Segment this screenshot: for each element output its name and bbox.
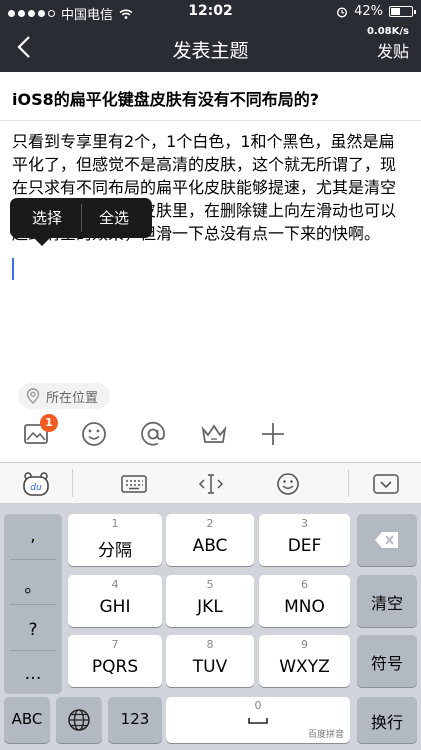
key-number: 3	[301, 517, 308, 530]
key-number: 2	[206, 517, 214, 530]
battery-icon	[389, 6, 416, 17]
key-number: 6	[301, 578, 308, 591]
subject-field[interactable]: iOS8的扁平化键盘皮肤有没有不同布局的?	[12, 86, 319, 110]
select-menu-item[interactable]: 选择	[32, 207, 62, 228]
key-divider	[10, 604, 56, 605]
globe-icon	[68, 709, 90, 731]
key-label: WXYZ	[279, 657, 330, 677]
text-cursor	[12, 258, 14, 280]
key-1[interactable]: 1 分隔	[68, 514, 162, 566]
backspace-icon	[375, 532, 398, 548]
question-key[interactable]: ?	[4, 620, 62, 640]
location-button[interactable]: 所在位置	[18, 383, 111, 409]
clear-key[interactable]: 清空	[357, 575, 417, 627]
comma-key[interactable]: ,	[4, 526, 62, 546]
cursor-move-icon[interactable]	[197, 471, 225, 497]
key-number: 4	[111, 578, 119, 591]
battery-percent: 42%	[354, 4, 383, 19]
numbers-key[interactable]: 123	[108, 697, 162, 743]
top-bar: 中国电信 12:02 42% 发表主题 0.08K/s 发贴	[0, 0, 421, 72]
key-label: 分隔	[98, 541, 132, 561]
nav-bar: 发表主题 0.08K/s 发贴	[0, 24, 421, 72]
divider	[0, 120, 421, 121]
key-divider	[10, 559, 56, 560]
svg-text:du: du	[30, 483, 42, 493]
key-9[interactable]: 9 WXYZ	[259, 635, 350, 687]
key-label: ABC	[11, 710, 43, 728]
key-label: 清空	[370, 594, 403, 613]
key-2[interactable]: 2 ABC	[166, 514, 254, 566]
plus-icon[interactable]	[259, 420, 287, 448]
key-number: 1	[111, 517, 119, 530]
status-bar: 中国电信 12:02 42%	[0, 0, 421, 24]
key-label: 符号	[370, 654, 403, 673]
key-label: TUV	[192, 657, 228, 677]
key-label: ABC	[192, 536, 228, 556]
key-label: PQRS	[91, 657, 139, 677]
key-number: 7	[111, 638, 119, 651]
location-label: 所在位置	[46, 390, 99, 406]
globe-key[interactable]	[56, 697, 102, 743]
space-key[interactable]: 0 百度拼音	[166, 697, 350, 743]
key-5[interactable]: 5 JKL	[166, 575, 254, 627]
key-7[interactable]: 7 PQRS	[68, 635, 162, 687]
key-number: 5	[206, 578, 214, 591]
abc-key[interactable]: ABC	[4, 697, 50, 743]
key-label: GHI	[99, 597, 131, 617]
menu-divider	[81, 204, 82, 232]
key-label: 123	[120, 710, 150, 728]
period-key[interactable]: 。	[4, 572, 62, 597]
key-6[interactable]: 6 MNO	[259, 575, 350, 627]
toolbar-divider	[72, 469, 73, 497]
symbols-key[interactable]: 符号	[357, 635, 417, 687]
compose-toolbar	[0, 412, 421, 457]
page-title: 发表主题	[172, 40, 249, 62]
keyboard-icon[interactable]	[120, 471, 148, 497]
key-3[interactable]: 3 DEF	[259, 514, 350, 566]
key-number: 8	[206, 638, 214, 651]
menu-pointer	[34, 238, 50, 246]
mention-icon[interactable]	[139, 420, 167, 448]
location-pin-icon	[26, 388, 40, 404]
hide-keyboard-icon[interactable]	[372, 471, 400, 497]
emoji-icon[interactable]	[80, 420, 108, 448]
alarm-icon	[337, 6, 348, 18]
key-divider	[10, 650, 56, 651]
toolbar-divider	[348, 469, 349, 497]
edit-menu: 选择 全选	[10, 198, 152, 246]
key-number: 9	[301, 638, 308, 651]
network-speed: 0.08K/s	[366, 26, 409, 37]
punctuation-column: , 。 ? …	[4, 514, 62, 694]
key-label: 换行	[370, 713, 403, 732]
key-number: 0	[254, 699, 262, 712]
key-label: JKL	[197, 597, 223, 617]
key-4[interactable]: 4 GHI	[68, 575, 162, 627]
keyboard-toolbar: du	[0, 462, 421, 504]
delete-key[interactable]	[357, 514, 417, 566]
select-all-menu-item[interactable]: 全选	[99, 207, 129, 228]
post-button[interactable]: 发贴	[377, 38, 409, 62]
keyboard: , 。 ? … 1 分隔 2 ABC 3 DEF 4 GHI 5 JKL 6 M…	[0, 504, 421, 750]
space-bar-icon	[248, 718, 268, 724]
crown-icon[interactable]	[200, 420, 228, 448]
key-8[interactable]: 8 TUV	[166, 635, 254, 687]
enter-key[interactable]: 换行	[357, 697, 417, 743]
baidu-logo-icon[interactable]: du	[22, 471, 50, 497]
ellipsis-key[interactable]: …	[4, 664, 62, 684]
image-count-badge: 1	[40, 414, 58, 432]
key-label: DEF	[287, 536, 322, 556]
ime-brand-label: 百度拼音	[307, 730, 344, 740]
key-label: MNO	[284, 597, 325, 617]
keyboard-emoji-icon[interactable]	[274, 471, 302, 497]
